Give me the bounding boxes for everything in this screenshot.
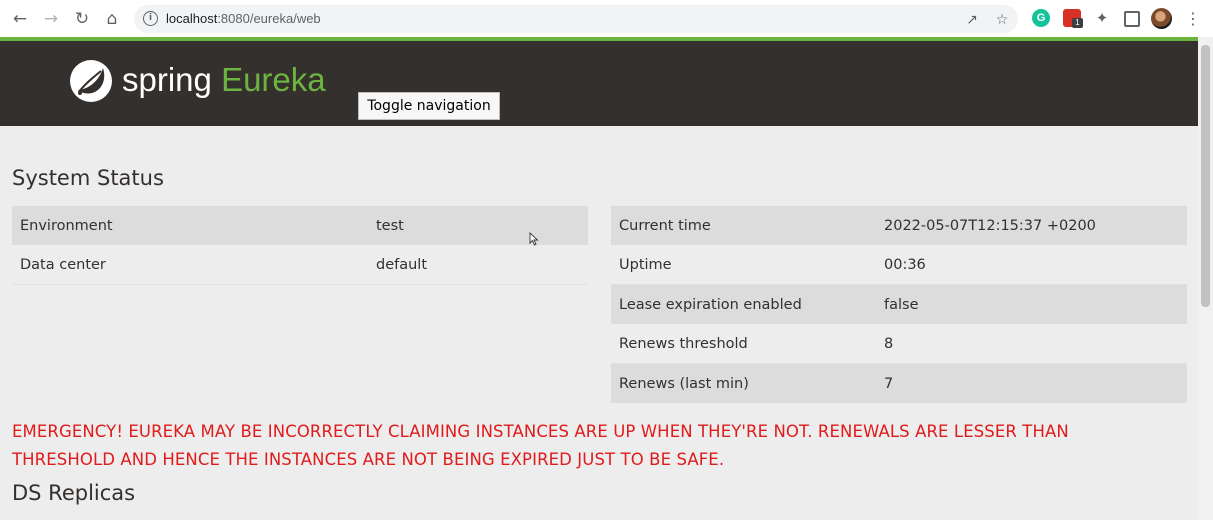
- row-value: default: [368, 245, 588, 285]
- extensions-puzzle-icon[interactable]: ✦: [1093, 9, 1111, 27]
- navbar: spring Eureka Toggle navigation: [0, 41, 1198, 126]
- system-status-left-table: Environment test Data center default: [12, 206, 588, 285]
- toggle-navigation-button[interactable]: Toggle navigation: [358, 92, 500, 120]
- row-label: Uptime: [611, 245, 876, 285]
- row-value: 7: [876, 363, 1187, 403]
- emergency-warning: EMERGENCY! EUREKA MAY BE INCORRECTLY CLA…: [12, 418, 1162, 474]
- row-value: 8: [876, 324, 1187, 364]
- row-label: Data center: [12, 245, 368, 285]
- share-icon[interactable]: ↗: [963, 11, 981, 29]
- grammarly-extension-icon[interactable]: G: [1032, 9, 1050, 27]
- row-label: Environment: [12, 206, 368, 245]
- row-value: false: [876, 284, 1187, 324]
- forward-icon[interactable]: →: [40, 8, 62, 30]
- info-icon[interactable]: i: [143, 11, 158, 26]
- row-label: Current time: [611, 206, 876, 245]
- home-icon[interactable]: ⌂: [101, 8, 123, 30]
- row-label: Lease expiration enabled: [611, 284, 876, 324]
- extension-badge: 1: [1072, 18, 1083, 28]
- ds-replicas-title: DS Replicas: [12, 481, 136, 505]
- system-status-right-table: Current time 2022-05-07T12:15:37 +0200 U…: [611, 206, 1187, 403]
- row-label: Renews (last min): [611, 363, 876, 403]
- back-icon[interactable]: ←: [9, 8, 31, 30]
- table-row: Data center default: [12, 245, 588, 285]
- extension-icon[interactable]: 1: [1063, 9, 1083, 28]
- table-row: Environment test: [12, 206, 588, 245]
- avatar[interactable]: [1151, 8, 1172, 29]
- logo-spring-text: spring: [122, 61, 212, 98]
- table-row: Renews (last min) 7: [611, 363, 1187, 403]
- scrollbar-thumb[interactable]: [1201, 45, 1210, 307]
- mouse-cursor-icon: [529, 232, 539, 246]
- row-label: Renews threshold: [611, 324, 876, 364]
- main-content: System Status Environment test Data cent…: [0, 126, 1198, 520]
- url-text[interactable]: localhost:8080/eureka/web: [166, 11, 321, 26]
- browser-toolbar: ← → ↻ ⌂ i localhost:8080/eureka/web ↗ ☆ …: [0, 0, 1213, 38]
- table-row: Current time 2022-05-07T12:15:37 +0200: [611, 206, 1187, 245]
- row-value: test: [368, 206, 588, 245]
- table-row: Lease expiration enabled false: [611, 284, 1187, 324]
- system-status-title: System Status: [12, 166, 164, 190]
- reload-icon[interactable]: ↻: [71, 8, 93, 30]
- address-bar[interactable]: i localhost:8080/eureka/web ↗ ☆: [134, 5, 1018, 33]
- row-value: 00:36: [876, 245, 1187, 285]
- logo-eureka-text: Eureka: [221, 61, 326, 98]
- emergency-line-1: EMERGENCY! EUREKA MAY BE INCORRECTLY CLA…: [12, 422, 1069, 441]
- side-panel-icon[interactable]: [1124, 11, 1140, 27]
- spring-leaf-logo-icon: [70, 60, 112, 102]
- menu-dots-icon[interactable]: ⋮: [1182, 8, 1204, 30]
- emergency-line-2: THRESHOLD AND HENCE THE INSTANCES ARE NO…: [12, 450, 725, 469]
- logo-wordmark[interactable]: spring Eureka: [122, 59, 326, 101]
- row-value: 2022-05-07T12:15:37 +0200: [876, 206, 1187, 245]
- bookmark-star-icon[interactable]: ☆: [993, 11, 1011, 29]
- table-row: Renews threshold 8: [611, 324, 1187, 364]
- table-row: Uptime 00:36: [611, 245, 1187, 285]
